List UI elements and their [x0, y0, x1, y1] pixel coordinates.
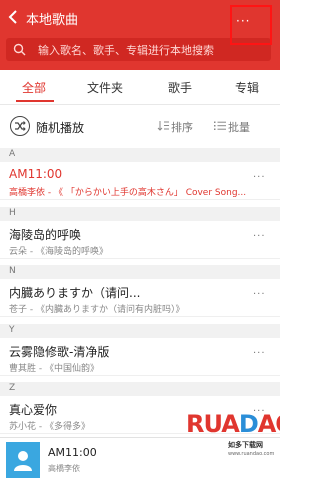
section-letter: A: [9, 149, 16, 159]
tab-albums[interactable]: 专辑: [235, 79, 259, 96]
section-letter: H: [9, 208, 16, 218]
section-letter: Y: [9, 325, 15, 335]
search-icon: [13, 43, 26, 56]
section-header: H: [0, 207, 280, 221]
watermark-sub: 如多下载网: [228, 441, 263, 449]
search-placeholder: 输入歌名、歌手、专辑进行本地搜索: [38, 44, 214, 57]
song-subtitle: 曹其胜 - 《中国仙韵》: [9, 364, 99, 374]
tab-all[interactable]: 全部: [22, 79, 46, 96]
song-more-button[interactable]: ···: [253, 348, 266, 359]
sort-button[interactable]: 排序: [171, 119, 193, 135]
batch-button[interactable]: 批量: [228, 119, 250, 135]
section-header: Z: [0, 382, 280, 396]
tab-bar: 全部 文件夹 歌手 专辑: [0, 70, 280, 105]
song-title: 云雾隐修歌-清净版: [9, 345, 110, 359]
song-row[interactable]: 云雾隐修歌-清净版 曹其胜 - 《中国仙韵》 ···: [0, 338, 280, 376]
song-more-button[interactable]: ···: [253, 231, 266, 242]
song-title: 海陵岛的呼唤: [9, 228, 82, 242]
shuffle-play-button[interactable]: 随机播放: [36, 119, 84, 136]
song-subtitle: 云朵 - 《海陵岛的呼唤》: [9, 247, 108, 257]
song-subtitle: 苍子 - 《内臓ありますか（请问有内脏吗）》: [9, 305, 185, 315]
song-title: 内臓ありますか（请问...: [9, 286, 141, 300]
section-header: Y: [0, 324, 280, 338]
song-title: AM11:00: [9, 167, 63, 181]
more-button-highlight: [230, 5, 272, 45]
local-songs-screen: 本地歌曲 ··· 输入歌名、歌手、专辑进行本地搜索 全部 文件夹 歌手 专辑 随…: [0, 0, 280, 481]
song-row[interactable]: AM11:00 高橋李依 - 《 「からかい上手の高木さん」 Cover Son…: [0, 162, 280, 200]
section-header: A: [0, 148, 280, 162]
person-icon: [14, 451, 32, 471]
shuffle-icon[interactable]: [10, 116, 30, 136]
player-artist: 高橋李依: [48, 464, 80, 473]
player-song-title: AM11:00: [48, 446, 97, 459]
tab-artists[interactable]: 歌手: [168, 79, 192, 96]
album-art[interactable]: [6, 442, 40, 478]
song-more-button[interactable]: ···: [253, 289, 266, 300]
section-header: N: [0, 265, 280, 279]
song-subtitle: 高橋李依 - 《 「からかい上手の高木さん」 Cover Song...: [9, 188, 247, 198]
song-more-button[interactable]: ···: [253, 172, 266, 183]
watermark-url: www.ruandao.com: [228, 451, 275, 457]
section-letter: N: [9, 266, 16, 276]
song-row[interactable]: 海陵岛的呼唤 云朵 - 《海陵岛的呼唤》 ···: [0, 221, 280, 259]
section-letter: Z: [9, 383, 16, 393]
sort-icon[interactable]: [157, 120, 169, 131]
list-icon[interactable]: [214, 120, 226, 131]
chevron-left-icon[interactable]: [6, 9, 22, 25]
active-tab-indicator: [16, 100, 54, 102]
watermark-logo: RUADAO 如多下载网 www.ruandao.com: [186, 410, 280, 481]
watermark-brand: RUADAO: [186, 410, 280, 438]
page-title: 本地歌曲: [26, 13, 79, 28]
tab-folders[interactable]: 文件夹: [87, 79, 123, 96]
song-row[interactable]: 内臓ありますか（请问... 苍子 - 《内臓ありますか（请问有内脏吗）》 ···: [0, 279, 280, 317]
action-row: 随机播放 排序 批量: [0, 106, 280, 146]
